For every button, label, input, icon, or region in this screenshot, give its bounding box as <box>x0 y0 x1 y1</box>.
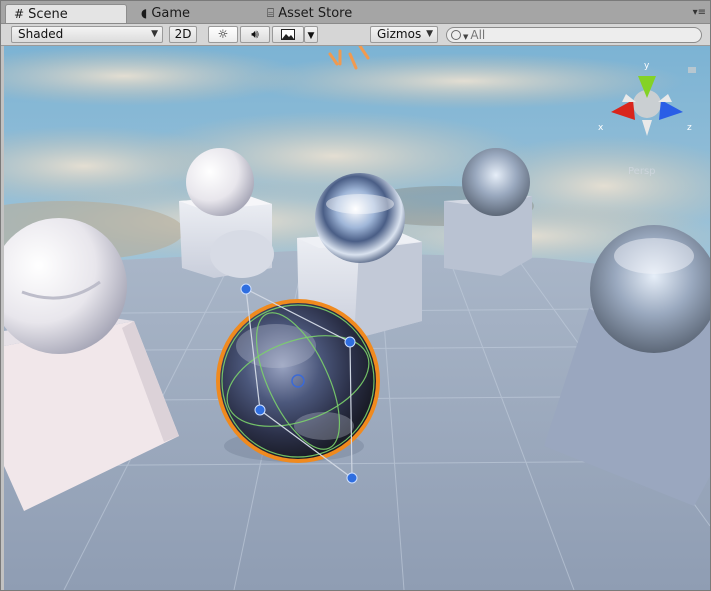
chrome-sphere[interactable] <box>315 173 405 263</box>
gizmo-lock-icon[interactable] <box>688 67 696 73</box>
globe-sphere[interactable] <box>220 303 376 459</box>
speaker-icon: 🔊︎ <box>251 27 259 41</box>
glass-sphere[interactable] <box>462 148 530 216</box>
game-pacman-icon: ◖ <box>141 6 148 20</box>
rect-handle[interactable] <box>240 283 252 295</box>
chevron-down-icon: ▼ <box>151 29 158 39</box>
grid-icon: # <box>14 7 25 21</box>
z-axis-label: z <box>687 123 692 133</box>
rect-handle[interactable] <box>254 404 266 416</box>
rect-handle[interactable] <box>346 472 358 484</box>
tab-menu-icon[interactable]: ▾≡ <box>693 7 706 18</box>
tab-scene[interactable]: # Scene <box>5 4 127 23</box>
gizmos-dropdown[interactable]: Gizmos ▼ <box>370 26 438 43</box>
scene-window: # Scene ◖ Game ⌸ Asset Store ▾≡ Shaded ▼ 2D … <box>0 0 711 591</box>
draw-mode-dropdown[interactable]: Shaded ▼ <box>11 26 163 43</box>
tab-asset-store-label: Asset Store <box>278 6 353 21</box>
chevron-down-icon: ▼ <box>426 29 433 39</box>
y-axis-label: y <box>644 61 650 71</box>
lighting-toggle-button[interactable]: ☼ <box>208 26 238 43</box>
gizmos-label: Gizmos <box>377 27 422 41</box>
search-icon <box>451 30 461 40</box>
audio-toggle-button[interactable]: 🔊︎ <box>240 26 270 43</box>
2d-toggle-button[interactable]: 2D <box>169 26 197 43</box>
projection-label[interactable]: Persp <box>628 166 656 177</box>
chevron-down-icon: ▼ <box>307 31 315 41</box>
draw-mode-label: Shaded <box>18 27 64 41</box>
tab-bar: # Scene ◖ Game ⌸ Asset Store ▾≡ <box>1 1 710 24</box>
effects-dropdown-button[interactable]: ▼ <box>304 26 318 43</box>
shopping-bag-icon: ⌸ <box>267 6 275 20</box>
search-filter-icon: ▼ <box>463 33 469 41</box>
x-axis-label: x <box>598 123 604 133</box>
tab-game-label: Game <box>151 6 191 21</box>
scene-render[interactable]: y x z Persp <box>4 46 710 590</box>
tab-asset-store[interactable]: ⌸ Asset Store <box>259 4 389 23</box>
effects-toggle-button[interactable] <box>272 26 304 43</box>
tab-scene-label: Scene <box>28 7 68 22</box>
scene-toolbar: Shaded ▼ 2D ☼ 🔊︎ ▼ Gizmos ▼ ▼ All <box>1 24 710 46</box>
image-icon <box>281 29 295 40</box>
sun-icon: ☼ <box>217 27 229 41</box>
search-placeholder: All <box>470 28 486 42</box>
search-input[interactable]: ▼ All <box>446 27 702 43</box>
scene-viewport[interactable]: y x z Persp <box>4 46 710 590</box>
2d-label: 2D <box>174 27 192 41</box>
tab-game[interactable]: ◖ Game <box>133 4 243 23</box>
rect-handle[interactable] <box>344 336 356 348</box>
white-sphere[interactable] <box>186 148 254 216</box>
